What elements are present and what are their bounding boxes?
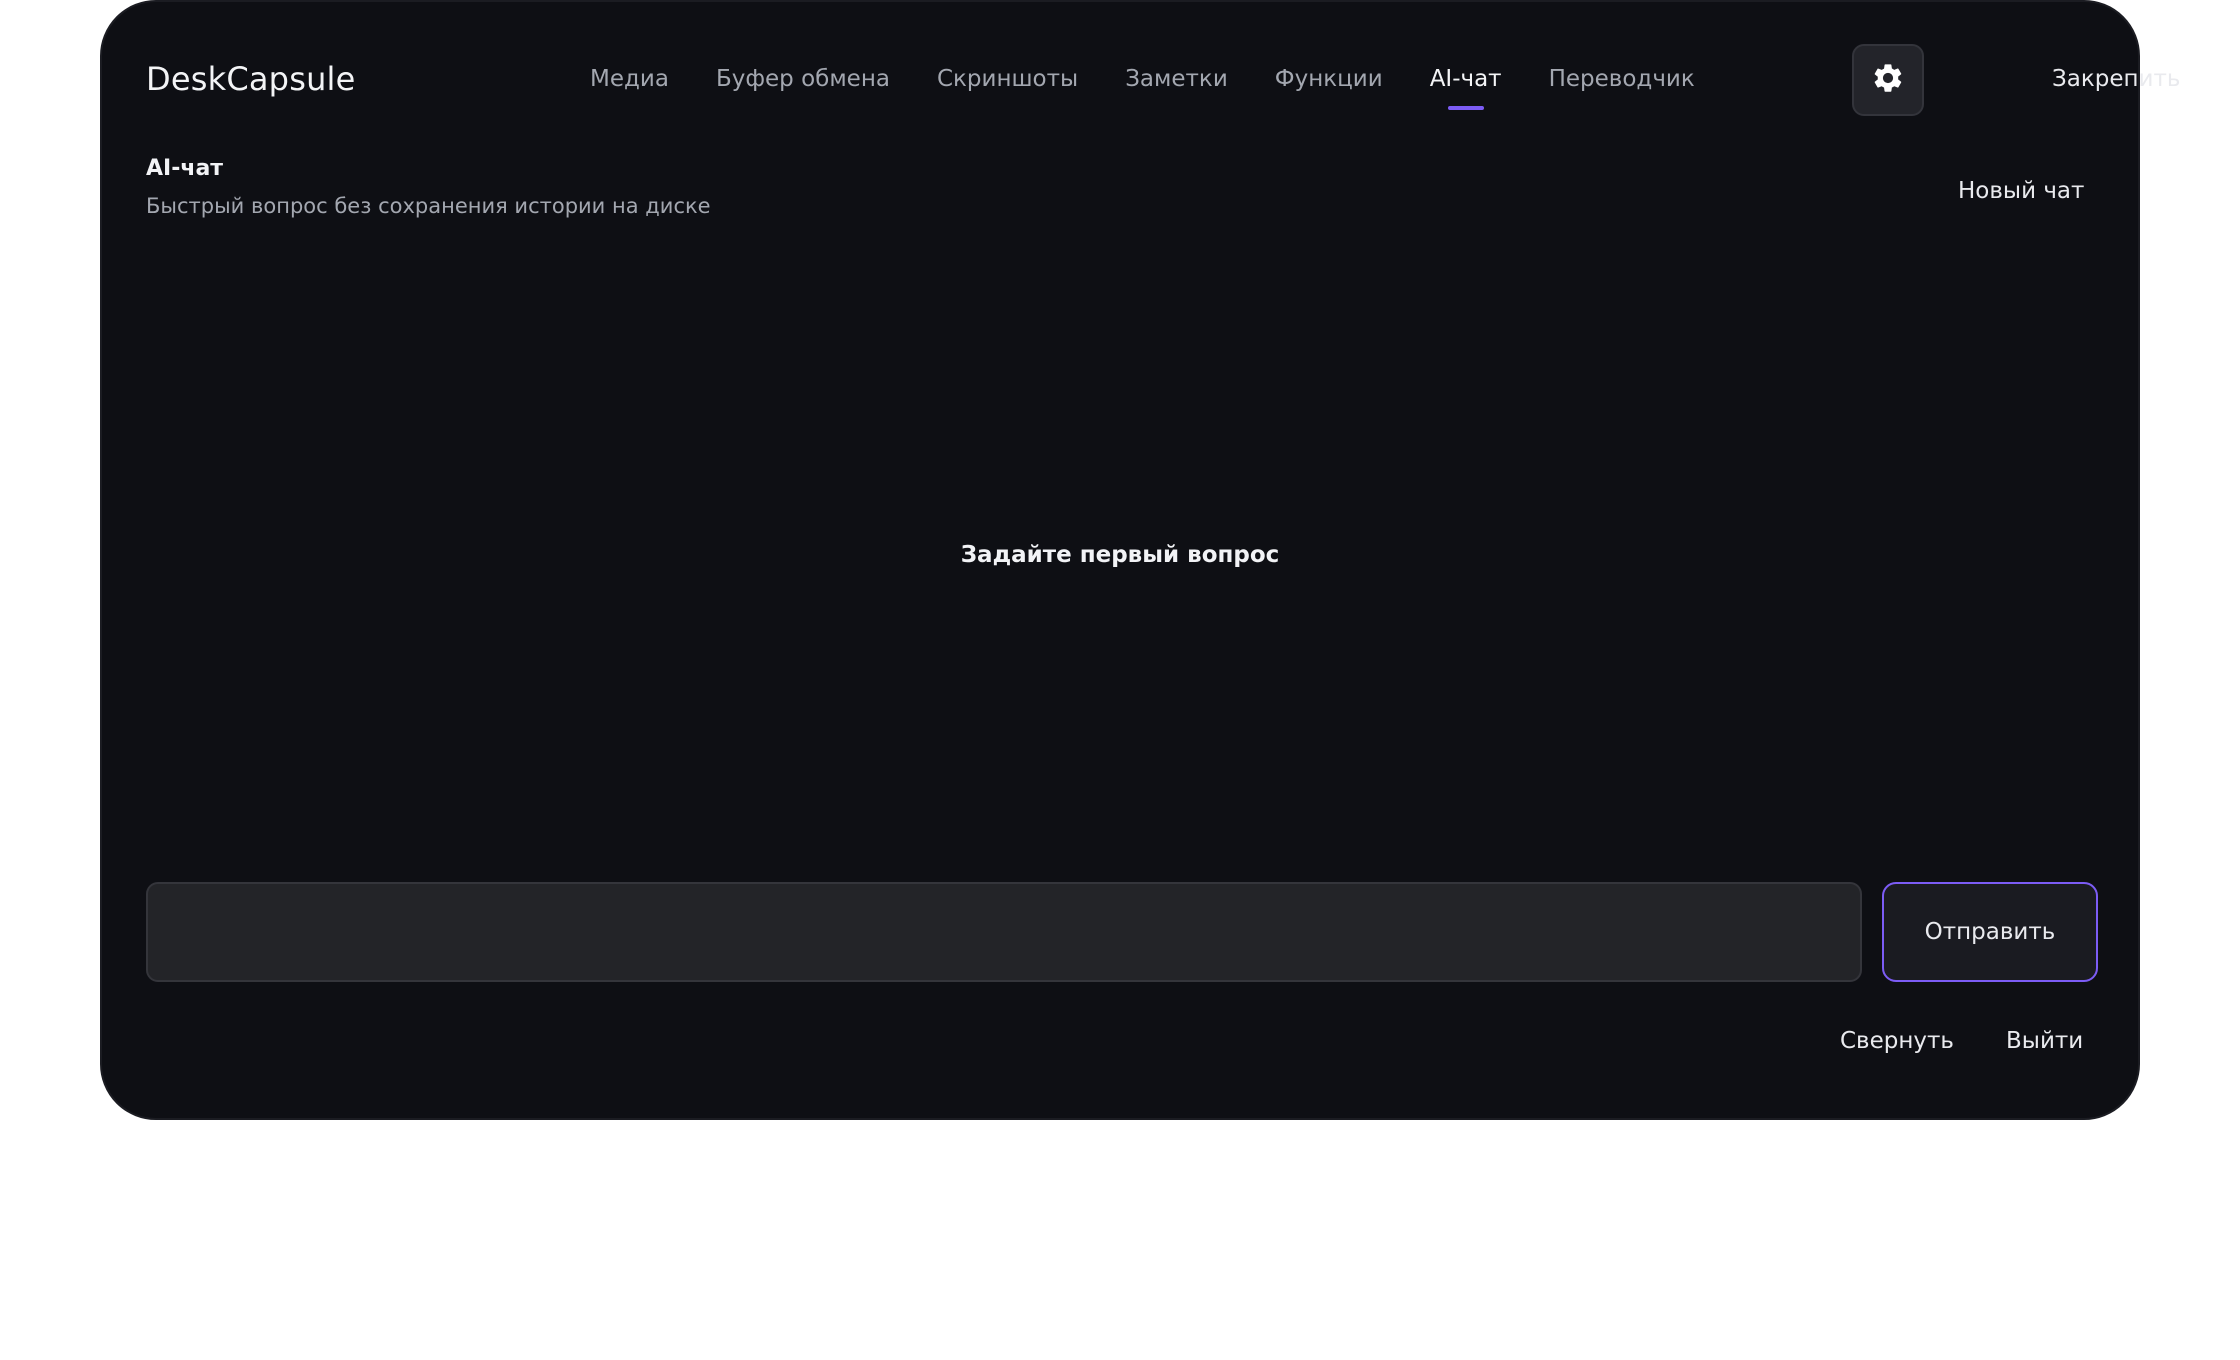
tab-label: Скриншоты — [936, 66, 1079, 92]
active-tab-indicator — [1447, 106, 1484, 110]
empty-state-message: Задайте первый вопрос — [960, 542, 1280, 568]
header: DeskCapsule Медиа Буфер обмена Скриншоты… — [102, 2, 2180, 162]
collapse-button[interactable]: Свернуть — [1840, 1028, 1954, 1054]
tab-functions[interactable]: Функции — [1275, 60, 1383, 110]
tab-label: Заметки — [1125, 66, 1228, 92]
tab-clipboard[interactable]: Буфер обмена — [716, 60, 890, 110]
app-window: DeskCapsule Медиа Буфер обмена Скриншоты… — [100, 0, 2180, 1120]
new-chat-button[interactable]: Новый чат — [1958, 178, 2084, 204]
tab-media[interactable]: Медиа — [590, 60, 669, 110]
tab-notes[interactable]: Заметки — [1125, 60, 1228, 110]
tab-label: Буфер обмена — [715, 66, 890, 92]
pin-button[interactable]: Закрепить — [2052, 66, 2180, 92]
tab-label: Переводчик — [1548, 66, 1695, 92]
tab-label: Медиа — [590, 66, 669, 92]
page-subtitle: Быстрый вопрос без сохранения истории на… — [146, 194, 711, 218]
send-button[interactable]: Отправить — [1882, 882, 2098, 982]
app-title: DeskCapsule — [146, 60, 356, 98]
chat-input[interactable] — [146, 882, 1862, 982]
tab-ai-chat[interactable]: AI-чат — [1430, 60, 1502, 110]
tab-translator[interactable]: Переводчик — [1549, 60, 1695, 110]
nav-tabs: Медиа Буфер обмена Скриншоты Заметки Фун… — [590, 60, 1695, 110]
tab-label: Функции — [1274, 66, 1383, 92]
settings-button[interactable] — [1852, 44, 1924, 116]
tab-label: AI-чат — [1429, 66, 1502, 92]
page-title: AI-чат — [146, 156, 224, 181]
exit-button[interactable]: Выйти — [2006, 1028, 2083, 1054]
gear-icon — [1871, 61, 1905, 99]
tab-screenshots[interactable]: Скриншоты — [937, 60, 1078, 110]
